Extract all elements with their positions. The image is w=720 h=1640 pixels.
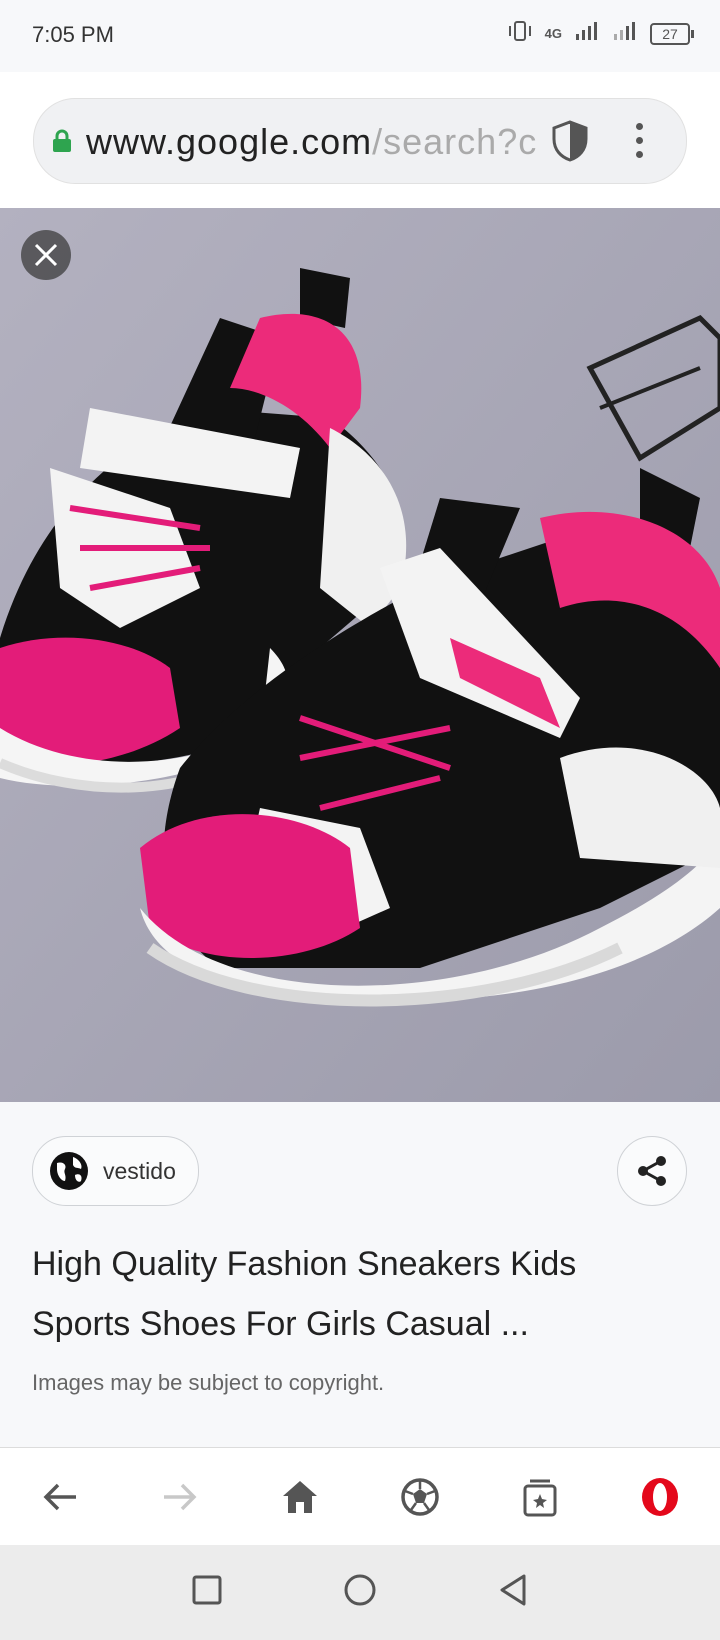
tabs-button[interactable] [510, 1467, 570, 1527]
back-system-button[interactable] [497, 1573, 529, 1612]
football-icon [401, 1478, 439, 1516]
back-button[interactable] [30, 1467, 90, 1527]
recents-button[interactable] [191, 1574, 223, 1611]
source-name: vestido [103, 1157, 176, 1184]
url-text[interactable]: www.google.com/search?c [86, 121, 566, 163]
home-system-button[interactable] [343, 1573, 377, 1612]
sneaker-image [0, 208, 720, 1102]
more-options-icon[interactable] [636, 123, 646, 165]
image-preview[interactable] [0, 208, 720, 1102]
signal-icon [574, 20, 600, 47]
lock-icon [52, 129, 72, 158]
share-icon [638, 1156, 666, 1186]
circle-icon [344, 1574, 376, 1606]
url-path: /search?c [372, 121, 538, 162]
source-chip[interactable]: vestido [32, 1136, 199, 1206]
triangle-back-icon [500, 1574, 526, 1606]
football-button[interactable] [390, 1467, 450, 1527]
battery-icon: 27 [650, 22, 694, 45]
close-icon [34, 243, 58, 267]
arrow-left-icon [43, 1483, 76, 1511]
status-bar: 7:05 PM 4G 27 [0, 0, 720, 72]
home-button[interactable] [270, 1467, 330, 1527]
browser-toolbar: www.google.com/search?c [0, 72, 720, 209]
network-label: 4G [544, 26, 562, 41]
forward-button[interactable] [150, 1467, 210, 1527]
opera-logo-icon [642, 1478, 678, 1516]
copyright-notice: Images may be subject to copyright. [32, 1370, 385, 1395]
tabs-icon [523, 1479, 557, 1517]
image-title[interactable]: High Quality Fashion Sneakers Kids Sport… [32, 1234, 682, 1354]
url-domain: www.google.com [86, 121, 373, 162]
globe-icon [50, 1152, 88, 1190]
system-navigation-bar [0, 1545, 720, 1640]
signal-icon-2 [612, 20, 638, 47]
home-icon [283, 1481, 317, 1513]
share-button[interactable] [617, 1136, 687, 1206]
status-icons: 4G 27 [507, 20, 694, 47]
address-bar[interactable]: www.google.com/search?c [33, 98, 687, 184]
browser-bottom-nav [0, 1447, 720, 1546]
square-icon [192, 1575, 222, 1605]
close-button[interactable] [21, 230, 71, 280]
opera-menu-button[interactable] [630, 1467, 690, 1527]
image-info-panel: vestido High Quality Fashion Sneakers Ki… [0, 1102, 720, 1447]
arrow-right-icon [164, 1483, 197, 1511]
status-time: 7:05 PM [32, 22, 114, 47]
shield-icon[interactable] [550, 119, 590, 168]
vibrate-icon [507, 20, 533, 47]
